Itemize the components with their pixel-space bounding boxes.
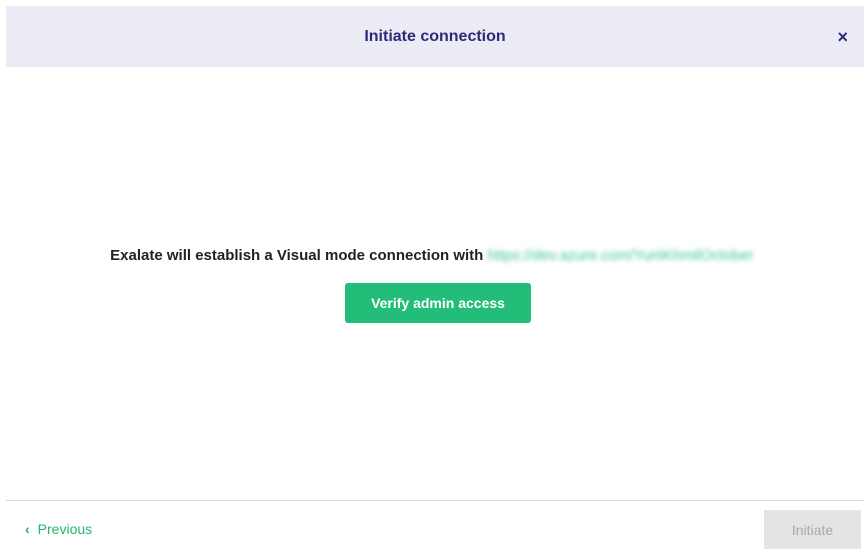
chevron-left-icon: ‹ <box>25 521 30 537</box>
dialog-header: Initiate connection × <box>6 6 864 67</box>
verify-admin-access-button[interactable]: Verify admin access <box>345 283 531 323</box>
dialog-title: Initiate connection <box>364 27 506 45</box>
instance-url-link[interactable]: https://dev.azure.com/YuriiKhmilOctober <box>487 247 754 264</box>
connection-message: Exalate will establish a Visual mode con… <box>0 247 864 264</box>
dialog-body: Exalate will establish a Visual mode con… <box>0 67 864 500</box>
message-text: Exalate will establish a Visual mode con… <box>110 247 484 264</box>
footer-divider <box>6 500 864 501</box>
initiate-button[interactable]: Initiate <box>764 510 861 549</box>
initiate-connection-dialog: Initiate connection × Exalate will estab… <box>0 0 864 549</box>
previous-button[interactable]: ‹ Previous <box>25 521 92 537</box>
previous-label: Previous <box>37 521 93 537</box>
close-icon[interactable]: × <box>837 28 848 46</box>
